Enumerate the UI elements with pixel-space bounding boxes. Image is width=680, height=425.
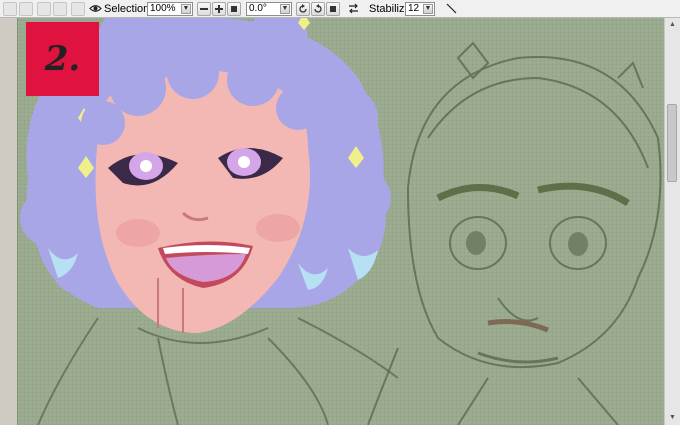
toolbar-button-5[interactable] [71, 2, 85, 16]
scrollbar-thumb[interactable] [667, 104, 677, 182]
rotation-reset-button[interactable] [326, 2, 340, 16]
scroll-up-icon[interactable]: ▲ [667, 20, 678, 30]
eye-icon[interactable] [88, 2, 102, 16]
chevron-down-icon: ▼ [423, 4, 433, 14]
stabilizer-value: 12 [408, 3, 420, 14]
toolbar-button-1[interactable] [3, 2, 17, 16]
vertical-scrollbar[interactable]: ▲ ▼ [664, 18, 680, 425]
rotate-right-button[interactable] [311, 2, 325, 16]
pen-stroke-icon[interactable] [444, 2, 458, 16]
toolbar: Selection 100% ▼ 0.0° ▼ Stabilizer 12 ▼ [0, 0, 680, 18]
plus-icon [215, 5, 223, 13]
minus-icon [200, 8, 208, 10]
rotate-left-icon [299, 4, 307, 13]
rotation-select[interactable]: 0.0° ▼ [246, 2, 292, 16]
toolbar-button-4[interactable] [53, 2, 67, 16]
chevron-down-icon: ▼ [181, 4, 191, 14]
zoom-out-button[interactable] [197, 2, 211, 16]
scroll-down-icon[interactable]: ▼ [667, 413, 678, 423]
rotate-left-button[interactable] [296, 2, 310, 16]
toolbar-button-3[interactable] [37, 2, 51, 16]
drawing-canvas[interactable]: 2. [17, 18, 664, 425]
rotate-right-icon [314, 4, 322, 13]
stabilizer-select[interactable]: 12 ▼ [405, 2, 435, 16]
artwork [18, 18, 664, 425]
selection-label: Selection [104, 3, 150, 15]
flip-horizontal-icon[interactable] [346, 2, 360, 16]
zoom-select[interactable]: 100% ▼ [147, 2, 193, 16]
step-number-badge: 2. [26, 22, 99, 96]
square-icon [231, 6, 237, 12]
toolbar-button-2[interactable] [19, 2, 33, 16]
chevron-down-icon: ▼ [280, 4, 290, 14]
square-icon [330, 6, 336, 12]
zoom-value: 100% [150, 3, 176, 14]
zoom-reset-button[interactable] [227, 2, 241, 16]
rotation-value: 0.0° [249, 3, 267, 14]
zoom-in-button[interactable] [212, 2, 226, 16]
